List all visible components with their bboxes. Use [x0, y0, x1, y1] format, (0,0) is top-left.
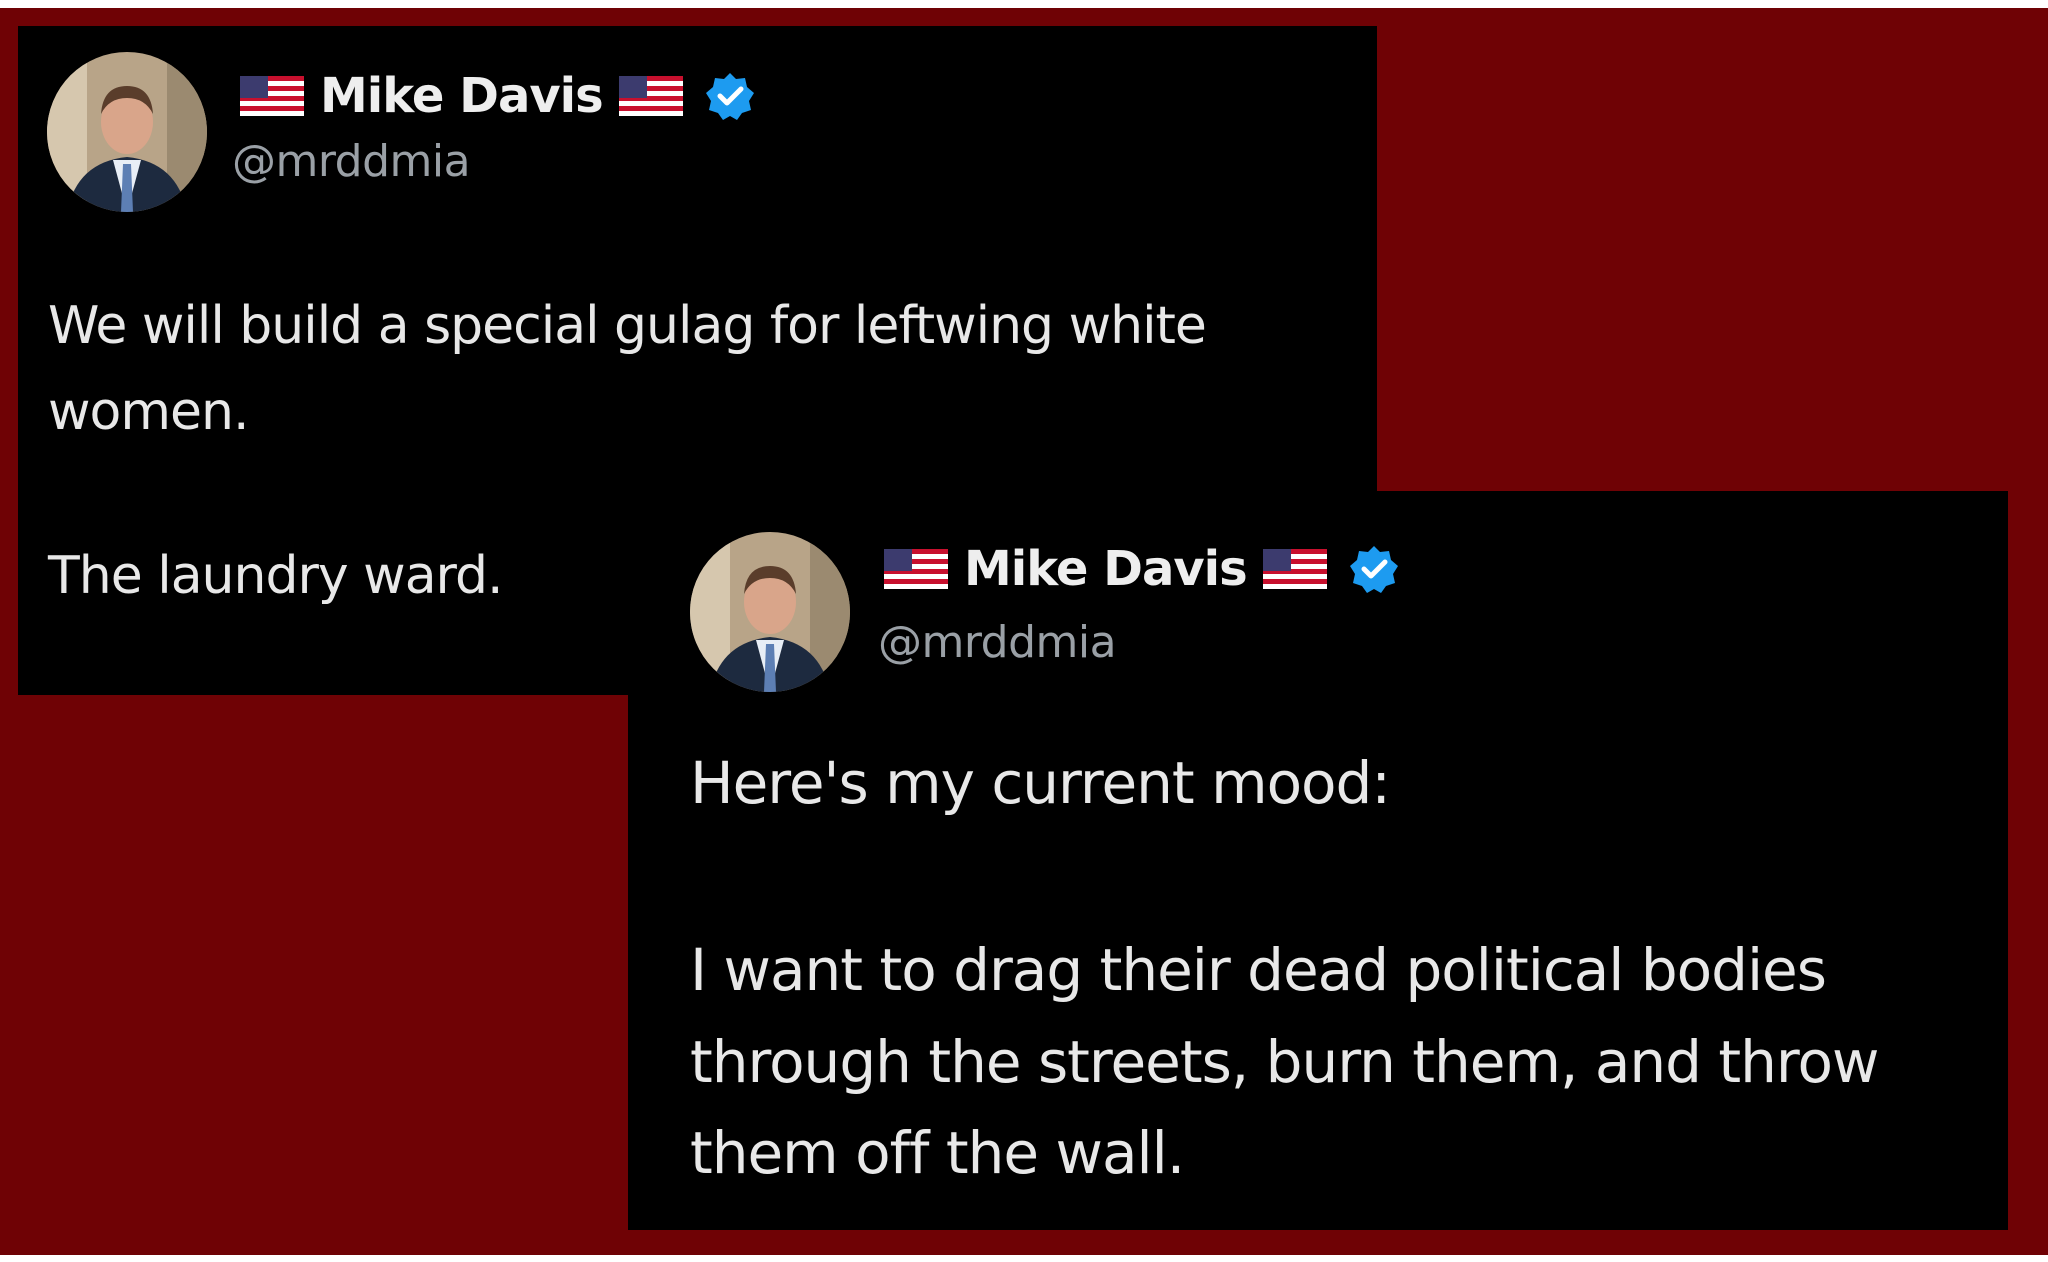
display-name[interactable]: Mike Davis [320, 68, 604, 124]
avatar[interactable] [690, 532, 850, 692]
us-flag-icon [240, 76, 304, 116]
tweet-text-line: them off the wall. [690, 1119, 1185, 1187]
us-flag-icon [1262, 549, 1327, 589]
author-name-row: Mike Davis [884, 539, 1399, 599]
tweet-text-line: We will build a special gulag for leftwi… [48, 296, 1207, 356]
tweet-text-line: The laundry ward. [48, 546, 504, 606]
top-border [0, 0, 2048, 8]
author-name-row: Mike Davis [240, 66, 755, 126]
us-flag-icon [618, 76, 683, 116]
avatar[interactable] [47, 52, 207, 212]
us-flag-icon [884, 549, 948, 589]
tweet-text-line: through the streets, burn them, and thro… [690, 1028, 1879, 1096]
tweet-card: Mike Davis @mrddmia Here's my current mo… [628, 491, 2008, 1230]
display-name[interactable]: Mike Davis [964, 541, 1248, 597]
tweet-text-line: I want to drag their dead political bodi… [690, 936, 1827, 1004]
handle[interactable]: @mrddmia [232, 136, 471, 187]
verified-badge-icon [1349, 546, 1398, 593]
handle[interactable]: @mrddmia [878, 617, 1117, 668]
verified-badge-icon [705, 73, 754, 120]
bottom-border [0, 1255, 2048, 1262]
tweet-text-line: Here's my current mood: [690, 749, 1391, 817]
tweet-text-line: women. [48, 382, 249, 442]
